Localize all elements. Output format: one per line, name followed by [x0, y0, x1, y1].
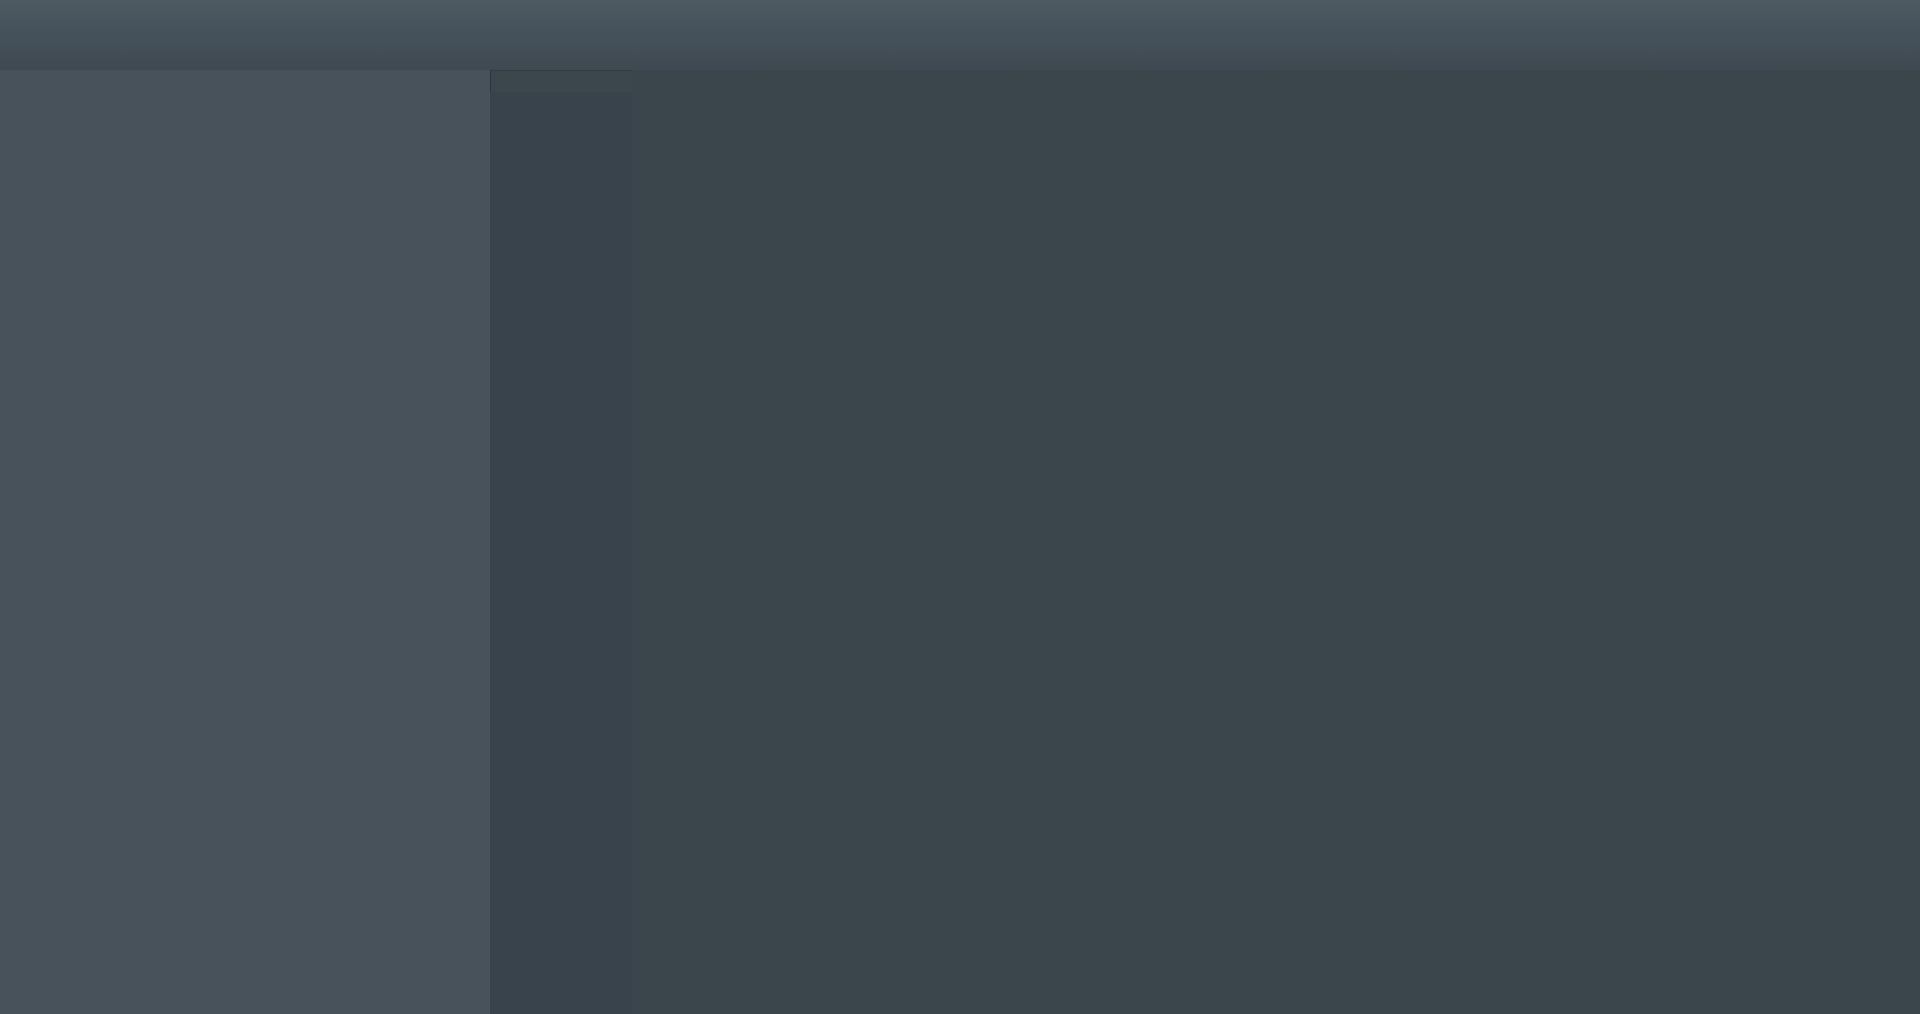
secondary-toolbar — [0, 35, 1920, 71]
channel-rack-window — [0, 70, 491, 1014]
playlist-window — [632, 70, 1920, 1014]
main-toolbar — [0, 0, 1920, 36]
fl-studio-window — [0, 0, 1920, 1014]
pattern-picker-panel — [490, 92, 633, 1014]
